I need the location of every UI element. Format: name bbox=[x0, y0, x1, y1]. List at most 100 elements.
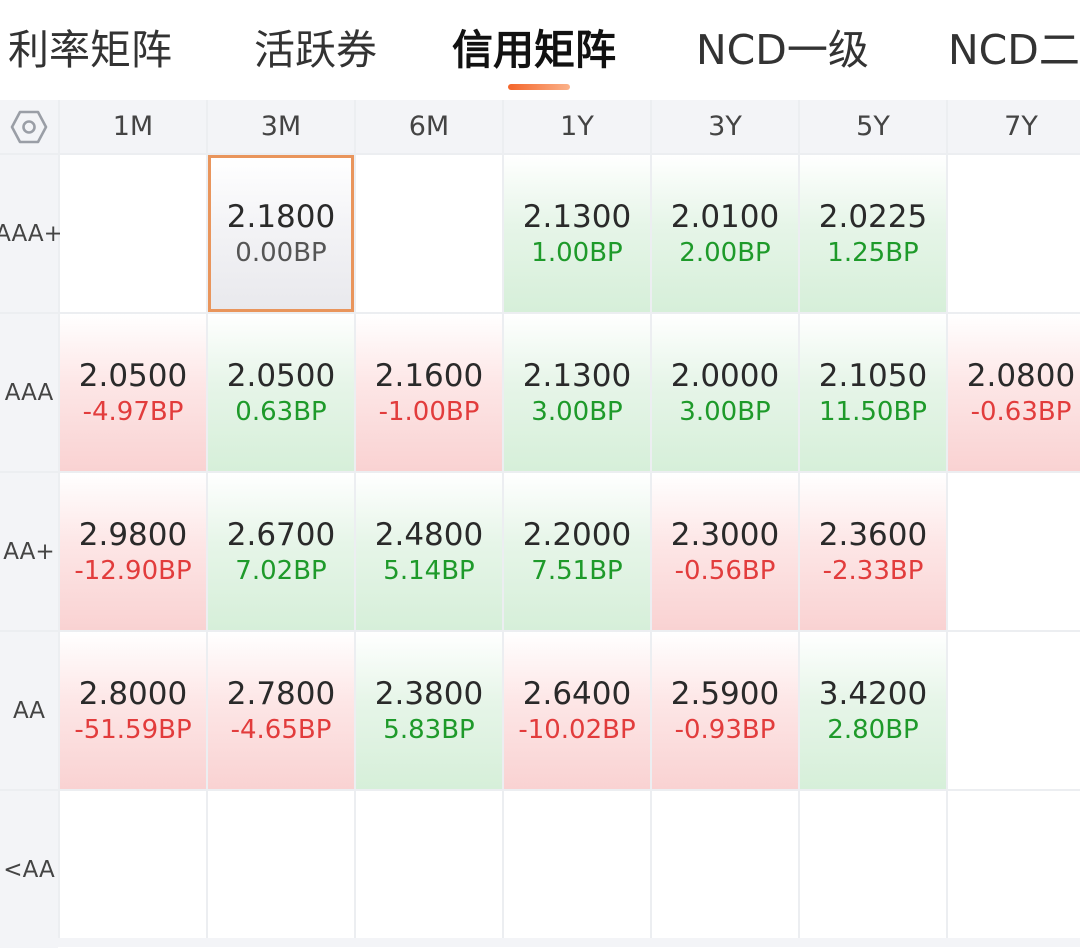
matrix-cell[interactable]: 2.4800 5.14BP bbox=[356, 473, 502, 630]
tab-ncd-secondary[interactable]: NCD二 bbox=[948, 22, 1080, 78]
tab-active-bonds[interactable]: 活跃券 bbox=[254, 22, 377, 78]
yield-value: 2.7800 bbox=[226, 675, 336, 712]
yield-value: 2.1800 bbox=[226, 198, 336, 235]
yield-value: 2.0225 bbox=[818, 198, 928, 235]
column-header-3m[interactable]: 3M bbox=[208, 100, 354, 153]
row-label: <AA bbox=[0, 791, 58, 948]
bottom-edge bbox=[0, 938, 1080, 947]
bp-change: 0.00BP bbox=[235, 237, 327, 268]
bp-change: -0.93BP bbox=[674, 714, 776, 745]
matrix-cell-empty[interactable] bbox=[60, 155, 206, 312]
bp-change: 11.50BP bbox=[819, 396, 927, 427]
bp-change: 5.83BP bbox=[383, 714, 475, 745]
row-label-text: <AA bbox=[3, 856, 55, 883]
bp-change: -0.63BP bbox=[970, 396, 1072, 427]
hexagon-settings-icon bbox=[10, 110, 48, 143]
bp-change: 2.80BP bbox=[827, 714, 919, 745]
matrix-cell[interactable]: 2.0500 0.63BP bbox=[208, 314, 354, 471]
yield-value: 2.1050 bbox=[818, 357, 928, 394]
yield-value: 2.0100 bbox=[670, 198, 780, 235]
matrix-cell[interactable]: 2.5900 -0.93BP bbox=[652, 632, 798, 789]
column-header-1m[interactable]: 1M bbox=[60, 100, 206, 153]
yield-value: 2.0500 bbox=[226, 357, 336, 394]
bp-change: 3.00BP bbox=[531, 396, 623, 427]
matrix-cell-empty[interactable] bbox=[948, 632, 1080, 789]
settings-button[interactable] bbox=[0, 100, 58, 153]
matrix-cell-empty[interactable] bbox=[356, 155, 502, 312]
yield-value: 3.4200 bbox=[818, 675, 928, 712]
yield-value: 2.8000 bbox=[78, 675, 188, 712]
matrix-cell[interactable]: 2.1300 1.00BP bbox=[504, 155, 650, 312]
yield-value: 2.1600 bbox=[374, 357, 484, 394]
matrix-cell[interactable]: 2.3000 -0.56BP bbox=[652, 473, 798, 630]
matrix-cell[interactable]: 2.0800 -0.63BP bbox=[948, 314, 1080, 471]
bp-change: -10.02BP bbox=[518, 714, 636, 745]
matrix-cell[interactable]: 2.3600 -2.33BP bbox=[800, 473, 946, 630]
yield-value: 2.6700 bbox=[226, 516, 336, 553]
matrix-cell[interactable]: 2.9800 -12.90BP bbox=[60, 473, 206, 630]
credit-matrix-grid: 1M 3M 6M 1Y 3Y 5Y 7Y AAA + 2.1800 0.00BP 2.1300 1.00… bbox=[0, 100, 1080, 948]
matrix-cell[interactable]: 2.6700 7.02BP bbox=[208, 473, 354, 630]
yield-value: 2.2000 bbox=[522, 516, 632, 553]
tab-bar: 利率矩阵 活跃券 信用矩阵 NCD一级 NCD二 bbox=[0, 0, 1080, 100]
matrix-cell-empty[interactable] bbox=[800, 791, 946, 948]
matrix-cell[interactable]: 2.1050 11.50BP bbox=[800, 314, 946, 471]
bp-change: 2.00BP bbox=[679, 237, 771, 268]
matrix-cell-empty[interactable] bbox=[948, 473, 1080, 630]
column-header-5y[interactable]: 5Y bbox=[800, 100, 946, 153]
yield-value: 2.1300 bbox=[522, 198, 632, 235]
column-header-7y[interactable]: 7Y bbox=[948, 100, 1080, 153]
bp-change: -12.90BP bbox=[74, 555, 192, 586]
bp-change: -51.59BP bbox=[74, 714, 192, 745]
row-label: AA bbox=[0, 632, 58, 789]
matrix-cell[interactable]: 2.1600 -1.00BP bbox=[356, 314, 502, 471]
matrix-cell[interactable]: 3.4200 2.80BP bbox=[800, 632, 946, 789]
row-label: AA+ bbox=[0, 473, 58, 630]
matrix-cell-empty[interactable] bbox=[60, 791, 206, 948]
matrix-cell[interactable]: 2.0000 3.00BP bbox=[652, 314, 798, 471]
matrix-cell[interactable]: 2.1800 0.00BP bbox=[208, 155, 354, 312]
matrix-cell[interactable]: 2.3800 5.83BP bbox=[356, 632, 502, 789]
matrix-cell[interactable]: 2.8000 -51.59BP bbox=[60, 632, 206, 789]
bp-change: 5.14BP bbox=[383, 555, 475, 586]
matrix-cell[interactable]: 2.0100 2.00BP bbox=[652, 155, 798, 312]
yield-value: 2.3800 bbox=[374, 675, 484, 712]
column-header-3y[interactable]: 3Y bbox=[652, 100, 798, 153]
matrix-cell[interactable]: 2.2000 7.51BP bbox=[504, 473, 650, 630]
bp-change: 7.51BP bbox=[531, 555, 623, 586]
matrix-cell[interactable]: 2.0225 1.25BP bbox=[800, 155, 946, 312]
matrix-cell-empty[interactable] bbox=[356, 791, 502, 948]
row-label-text: AAA bbox=[4, 379, 54, 406]
matrix-cell-empty[interactable] bbox=[504, 791, 650, 948]
yield-value: 2.3000 bbox=[670, 516, 780, 553]
matrix-cell-empty[interactable] bbox=[948, 155, 1080, 312]
bp-change: 1.25BP bbox=[827, 237, 919, 268]
row-label-text: AA+ bbox=[3, 538, 55, 565]
matrix-cell[interactable]: 2.7800 -4.65BP bbox=[208, 632, 354, 789]
matrix-cell[interactable]: 2.0500 -4.97BP bbox=[60, 314, 206, 471]
bp-change: -0.56BP bbox=[674, 555, 776, 586]
bp-change: 0.63BP bbox=[235, 396, 327, 427]
yield-value: 2.4800 bbox=[374, 516, 484, 553]
tab-ncd-primary[interactable]: NCD一级 bbox=[696, 22, 869, 78]
column-header-1y[interactable]: 1Y bbox=[504, 100, 650, 153]
row-label: AAA bbox=[0, 314, 58, 471]
yield-value: 2.3600 bbox=[818, 516, 928, 553]
matrix-cell-empty[interactable] bbox=[208, 791, 354, 948]
matrix-cell-empty[interactable] bbox=[948, 791, 1080, 948]
row-label: AAA + bbox=[0, 155, 63, 312]
active-tab-indicator bbox=[508, 84, 570, 90]
bp-change: 3.00BP bbox=[679, 396, 771, 427]
bp-change: -1.00BP bbox=[378, 396, 480, 427]
row-label-text: AA bbox=[12, 697, 46, 724]
yield-value: 2.0000 bbox=[670, 357, 780, 394]
tab-rate-matrix[interactable]: 利率矩阵 bbox=[8, 22, 172, 78]
tab-credit-matrix[interactable]: 信用矩阵 bbox=[452, 22, 616, 78]
bp-change: -4.65BP bbox=[230, 714, 332, 745]
bp-change: -2.33BP bbox=[822, 555, 924, 586]
matrix-cell[interactable]: 2.6400 -10.02BP bbox=[504, 632, 650, 789]
column-header-6m[interactable]: 6M bbox=[356, 100, 502, 153]
yield-value: 2.0800 bbox=[966, 357, 1076, 394]
matrix-cell-empty[interactable] bbox=[652, 791, 798, 948]
matrix-cell[interactable]: 2.1300 3.00BP bbox=[504, 314, 650, 471]
